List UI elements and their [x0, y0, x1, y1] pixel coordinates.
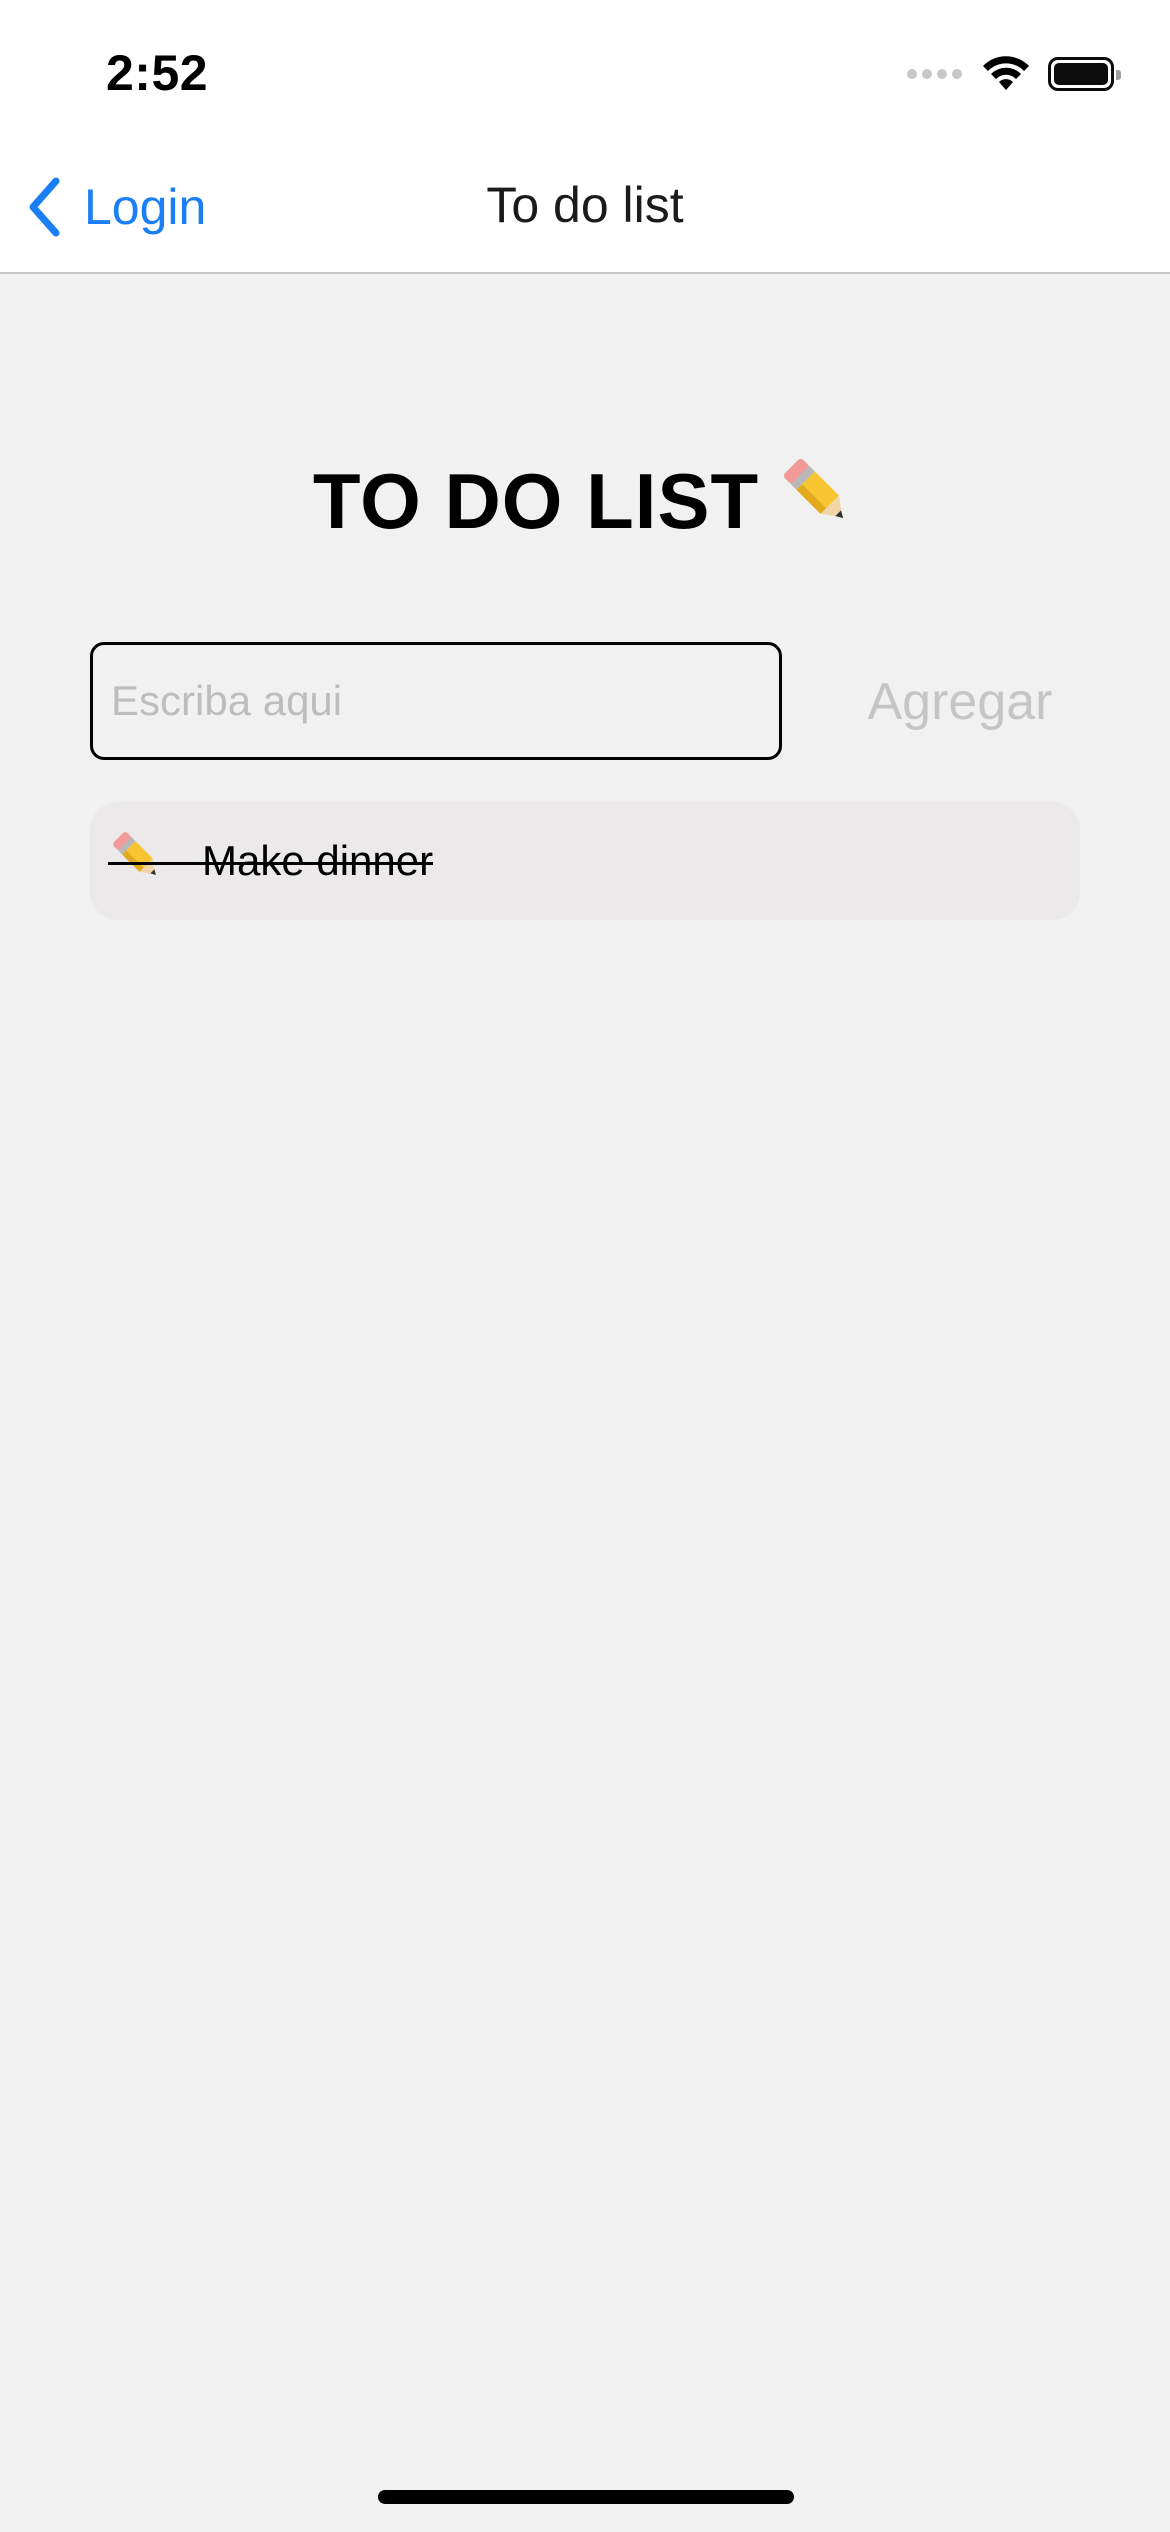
todo-item-text: Make dinner [202, 837, 434, 884]
wifi-icon [983, 56, 1029, 90]
home-indicator[interactable] [378, 2490, 794, 2504]
top-bar: 2:52 Login To do list [0, 0, 1170, 274]
page-heading: TO DO LIST [312, 457, 760, 545]
todo-item-content: Make dinner [108, 827, 434, 895]
status-icons [907, 54, 1121, 94]
add-button[interactable]: Agregar [840, 664, 1080, 740]
todo-list: Make dinner [90, 802, 1080, 920]
nav-title: To do list [486, 177, 684, 233]
task-input[interactable] [90, 642, 782, 760]
signal-dots-icon [907, 69, 962, 79]
page-heading-row: TO DO LIST [0, 452, 1170, 551]
status-time: 2:52 [106, 45, 209, 101]
pencil-icon [777, 452, 857, 551]
battery-icon [1048, 57, 1121, 91]
pencil-icon [108, 827, 166, 895]
todo-item[interactable]: Make dinner [90, 802, 1080, 920]
